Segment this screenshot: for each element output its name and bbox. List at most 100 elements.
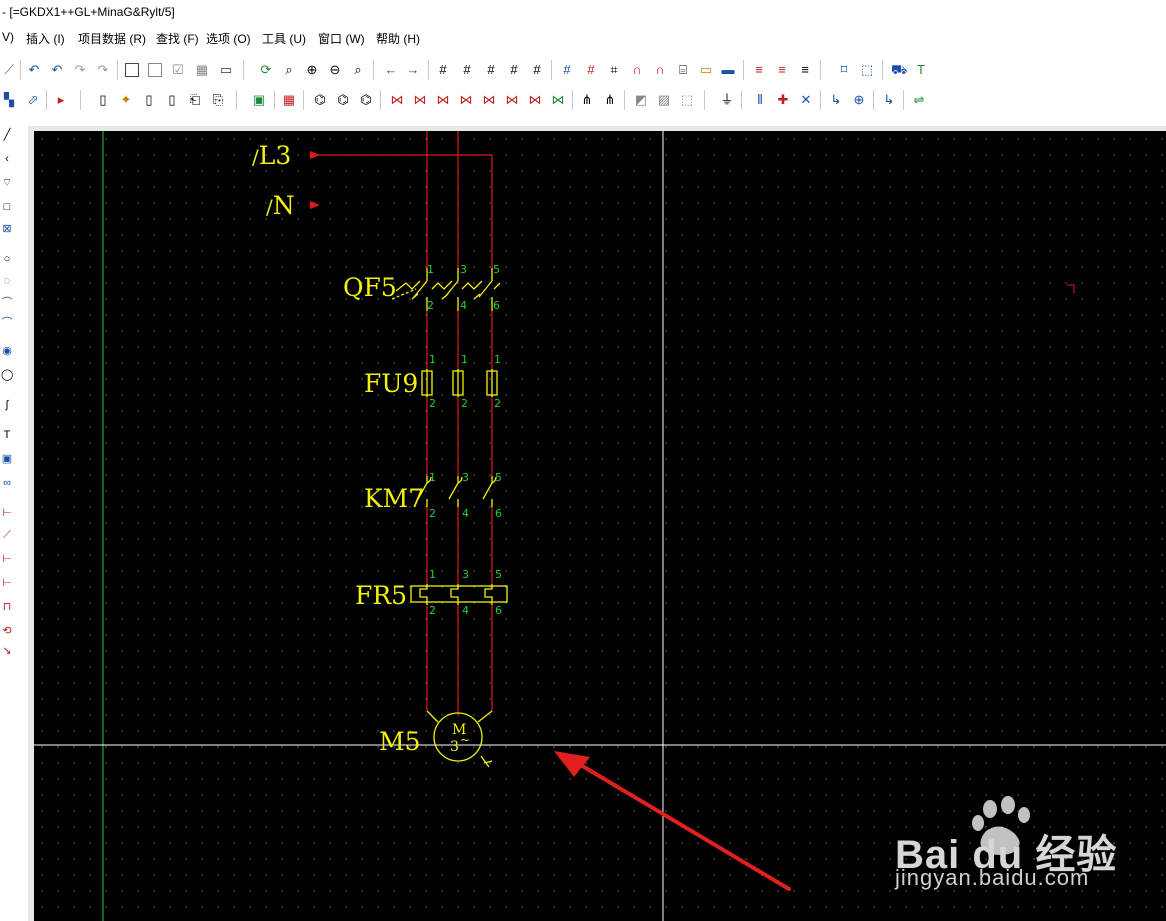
dimension-b-tool[interactable]: ⟋ <box>1 528 13 542</box>
symbol-library-button[interactable]: ▣ <box>250 91 268 109</box>
text-frame-tool[interactable]: ⊠ <box>1 222 13 236</box>
corner-c-button[interactable]: ↳ <box>880 91 898 109</box>
insert-macro-button[interactable]: ⬀ <box>24 91 42 109</box>
grid-e-button[interactable]: # <box>528 61 546 79</box>
hatch-c-button[interactable]: ⬚ <box>678 91 696 109</box>
magnet-button[interactable]: ∩ <box>651 61 669 79</box>
layout-space-button[interactable]: ▭ <box>217 61 235 79</box>
plc-c-button[interactable]: ⌬ <box>357 91 375 109</box>
grid-c-button[interactable]: # <box>482 61 500 79</box>
connector-e-button[interactable]: ⋈ <box>480 91 498 109</box>
page-prev-button[interactable]: ⎗ <box>186 91 204 109</box>
rectangle-tool[interactable]: □ <box>1 200 13 214</box>
circle-tool[interactable]: ○ <box>1 252 13 266</box>
zoom-out-button[interactable]: ⊖ <box>326 61 344 79</box>
page-properties-button[interactable]: ▯ <box>140 91 158 109</box>
undo-button[interactable]: ↶ <box>25 61 43 79</box>
connector-c-button[interactable]: ⋈ <box>434 91 452 109</box>
arc-3p-tool[interactable]: ⌒ <box>1 316 13 330</box>
hatch-b-button[interactable]: ▨ <box>655 91 673 109</box>
zoom-in-button[interactable]: ⊕ <box>303 61 321 79</box>
cable-b-button[interactable]: ⋔ <box>601 91 619 109</box>
undo-list-button[interactable]: ↶ <box>48 61 66 79</box>
wire-break-button[interactable]: ⏚ <box>718 91 736 109</box>
arc-tool[interactable]: ⌒ <box>1 296 13 310</box>
menu-window[interactable]: 窗口 (W) <box>318 30 365 47</box>
angle-b-button[interactable]: ✚ <box>774 91 792 109</box>
menu-tools[interactable]: 工具 (U) <box>262 30 306 47</box>
grid-b-button[interactable]: # <box>458 61 476 79</box>
delete-placement-button[interactable]: ▸ <box>52 91 70 109</box>
dimension-e-tool[interactable]: ⊓ <box>1 600 13 614</box>
text-tool[interactable]: T <box>1 428 13 442</box>
connector-b-button[interactable]: ⋈ <box>411 91 429 109</box>
group-button[interactable]: ⌸ <box>674 61 692 79</box>
dimension-c-tool[interactable]: ⊢ <box>1 552 13 566</box>
pointer-button[interactable]: ⟋ <box>0 61 18 79</box>
page-navigator-button[interactable] <box>123 61 141 79</box>
polygon-tool[interactable]: ⌔ <box>1 176 13 190</box>
ellipse-tool[interactable]: ◯ <box>1 368 13 382</box>
cable-a-button[interactable]: ⋔ <box>578 91 596 109</box>
dimension-a-tool[interactable]: ⊢ <box>1 506 13 520</box>
page-new-button[interactable]: ✦ <box>117 91 135 109</box>
hyperlink-tool[interactable]: ∞ <box>1 476 13 490</box>
graphical-preview-button[interactable] <box>146 61 164 79</box>
connector-g-button[interactable]: ⋈ <box>526 91 544 109</box>
plc-b-button[interactable]: ⌬ <box>334 91 352 109</box>
select-region-button[interactable]: ⬚ <box>858 61 876 79</box>
cart-button[interactable]: ⛟ <box>889 61 907 79</box>
forward-button[interactable]: → <box>404 61 422 79</box>
circle-3p-tool[interactable]: ◌ <box>1 274 13 288</box>
angle-c-button[interactable]: ✕ <box>797 91 815 109</box>
text-tool-button[interactable]: T <box>912 61 930 79</box>
text-mode-button[interactable]: ▭ <box>697 61 715 79</box>
menu-view[interactable]: V) <box>2 30 14 44</box>
check-button[interactable]: ☑ <box>169 61 187 79</box>
menu-insert[interactable]: 插入 (I) <box>26 30 65 47</box>
plc-a-button[interactable]: ⌬ <box>311 91 329 109</box>
point-button[interactable]: ⌑ <box>835 61 853 79</box>
object-snap-button[interactable]: ∩ <box>628 61 646 79</box>
grid-display-button[interactable]: # <box>558 61 576 79</box>
connector-f-button[interactable]: ⋈ <box>503 91 521 109</box>
grid-a-button[interactable]: # <box>434 61 452 79</box>
menu-project-data[interactable]: 项目数据 (R) <box>78 30 146 47</box>
connector-d-button[interactable]: ⋈ <box>457 91 475 109</box>
polyline-tool[interactable]: ‹ <box>1 152 13 166</box>
snap-to-grid-button[interactable]: # <box>582 61 600 79</box>
table-button[interactable]: ▦ <box>193 61 211 79</box>
dimension-g-tool[interactable]: ↘ <box>1 644 13 658</box>
terminal-button[interactable]: ▦ <box>280 91 298 109</box>
ellipse-filled-tool[interactable]: ◉ <box>1 344 13 358</box>
redo-list-button[interactable]: ↷ <box>94 61 112 79</box>
interrupt-point-button[interactable]: ⇌ <box>910 91 928 109</box>
angle-a-button[interactable]: ⫴ <box>751 91 769 109</box>
image-tool[interactable]: ▣ <box>1 452 13 466</box>
connector-h-button[interactable]: ⋈ <box>549 91 567 109</box>
zoom-window-button[interactable]: ⌕ <box>280 61 298 79</box>
menu-find[interactable]: 查找 (F) <box>156 30 199 47</box>
dimension-f-tool[interactable]: ⟲ <box>1 624 13 638</box>
wire-a-button[interactable]: ≡ <box>750 61 768 79</box>
bar-mode-button[interactable]: ▬ <box>719 61 737 79</box>
menu-options[interactable]: 选项 (O) <box>206 30 251 47</box>
redo-button[interactable]: ↷ <box>71 61 89 79</box>
line-tool[interactable]: ╱ <box>1 128 13 142</box>
wire-c-button[interactable]: ≡ <box>796 61 814 79</box>
page-a-button[interactable]: ▯ <box>94 91 112 109</box>
page-next-button[interactable]: ⎘ <box>209 91 227 109</box>
menu-help[interactable]: 帮助 (H) <box>376 30 420 47</box>
grid-d-button[interactable]: # <box>505 61 523 79</box>
refresh-button[interactable]: ⟳ <box>257 61 275 79</box>
corner-a-button[interactable]: ↳ <box>827 91 845 109</box>
spline-tool[interactable]: ∫ <box>1 398 13 412</box>
zoom-100-button[interactable]: ⌕ <box>349 61 367 79</box>
hatch-a-button[interactable]: ◩ <box>632 91 650 109</box>
wire-b-button[interactable]: ≡ <box>773 61 791 79</box>
corner-b-button[interactable]: ⊕ <box>850 91 868 109</box>
page-info-button[interactable]: ▯ <box>163 91 181 109</box>
back-button[interactable]: ← <box>382 61 400 79</box>
connector-a-button[interactable]: ⋈ <box>388 91 406 109</box>
input-grid-button[interactable]: ⌗ <box>605 61 623 79</box>
